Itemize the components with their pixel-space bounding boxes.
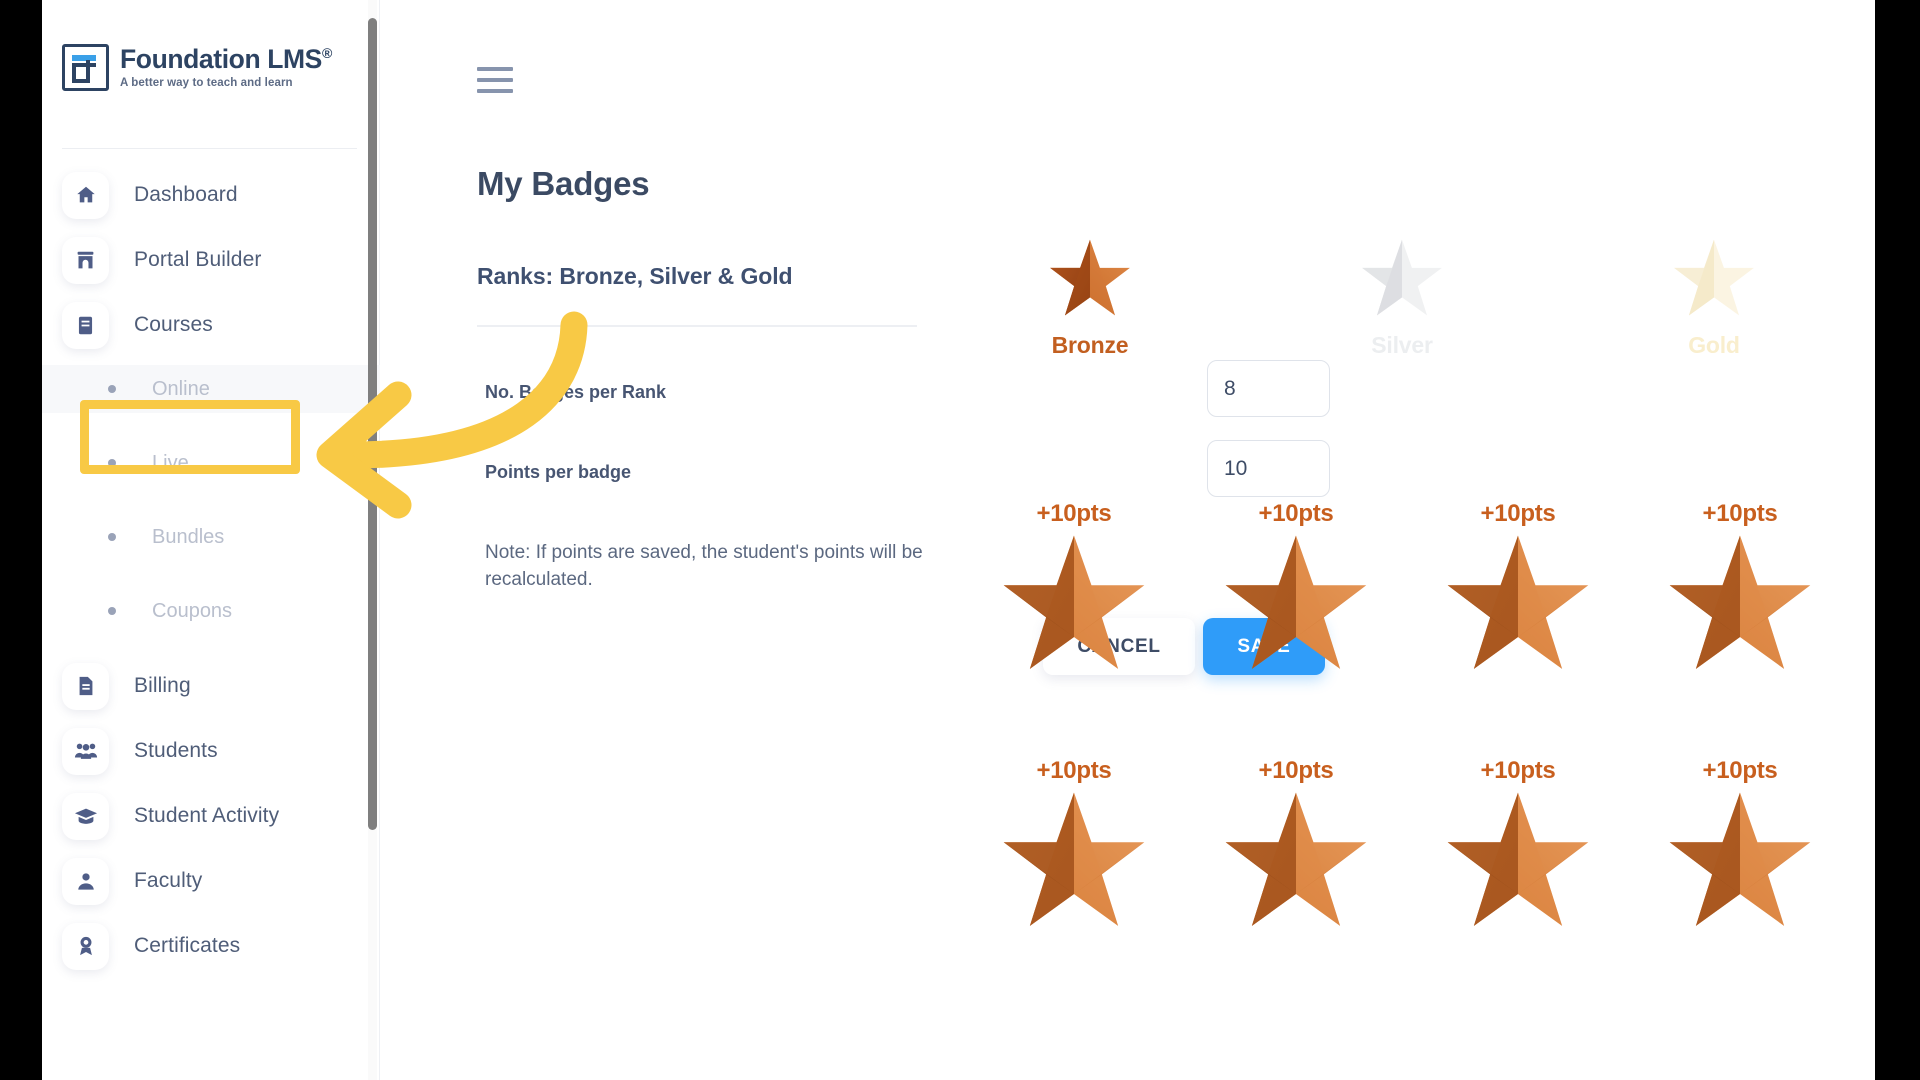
- badge-points-label: +10pts: [1702, 500, 1778, 527]
- bullet-dot-icon: [108, 607, 116, 615]
- sidebar-item-certificates[interactable]: Certificates: [42, 921, 380, 971]
- recalculation-note: Note: If points are saved, the student's…: [485, 542, 923, 590]
- badges-per-rank-label: No. Badges per Rank: [485, 382, 667, 402]
- badge-points-label: +10pts: [1036, 500, 1112, 527]
- sidebar-subitem-bundles[interactable]: Bundles: [42, 513, 380, 561]
- invoice-icon: [62, 662, 109, 710]
- sidebar: Foundation LMS® A better way to teach an…: [42, 0, 380, 1080]
- badge-star-icon: [1418, 789, 1618, 931]
- certificate-ribbon-icon: [62, 922, 109, 970]
- gold-star-icon: [1624, 238, 1804, 320]
- badge-item[interactable]: +10pts: [1640, 757, 1840, 931]
- sidebar-item-portal-builder[interactable]: Portal Builder: [42, 235, 380, 285]
- badge-points-label: +10pts: [1480, 500, 1556, 527]
- sidebar-item-label: Students: [134, 739, 218, 762]
- sidebar-nav: Dashboard Portal Builder Courses Online …: [42, 170, 380, 986]
- sidebar-item-faculty[interactable]: Faculty: [42, 856, 380, 906]
- rank-label: Silver: [1371, 332, 1433, 358]
- rank-label: Gold: [1688, 332, 1740, 358]
- app-viewport: Foundation LMS® A better way to teach an…: [42, 0, 1875, 1080]
- book-icon: [62, 301, 109, 349]
- sidebar-item-label: Billing: [134, 674, 191, 697]
- badge-star-icon: [974, 532, 1174, 674]
- badge-item[interactable]: +10pts: [1418, 500, 1618, 674]
- badge-points-label: +10pts: [1036, 757, 1112, 784]
- sidebar-item-label: Faculty: [134, 869, 203, 892]
- bronze-star-icon: [1000, 238, 1180, 320]
- badge-star-icon: [1418, 532, 1618, 674]
- brand-tagline: A better way to teach and learn: [120, 76, 293, 89]
- badge-item[interactable]: +10pts: [1418, 757, 1618, 931]
- badge-points-label: +10pts: [1480, 757, 1556, 784]
- bullet-dot-icon: [108, 385, 116, 393]
- students-group-icon: [62, 727, 109, 775]
- sidebar-subitem-coupons[interactable]: Coupons: [42, 587, 380, 635]
- sidebar-item-billing[interactable]: Billing: [42, 661, 380, 711]
- sidebar-item-label: Courses: [134, 313, 213, 336]
- page-title: My Badges: [477, 165, 650, 202]
- home-icon: [62, 171, 109, 219]
- badge-item[interactable]: +10pts: [1196, 757, 1396, 931]
- badge-points-label: +10pts: [1258, 757, 1334, 784]
- badge-item[interactable]: +10pts: [974, 757, 1174, 931]
- faculty-person-icon: [62, 857, 109, 905]
- sidebar-item-label: Portal Builder: [134, 248, 262, 271]
- badge-points-label: +10pts: [1258, 500, 1334, 527]
- brand-logo[interactable]: Foundation LMS® A better way to teach an…: [62, 44, 332, 91]
- foundation-lms-logo-icon: [62, 44, 109, 91]
- ranks-row: Bronze Silver Gold: [1000, 238, 1820, 398]
- bullet-dot-icon: [108, 533, 116, 541]
- section-divider: [477, 325, 917, 327]
- points-per-badge-input[interactable]: [1207, 440, 1330, 497]
- sidebar-subitem-label: Online: [152, 377, 210, 400]
- registered-mark: ®: [321, 45, 332, 62]
- silver-star-icon: [1312, 238, 1492, 320]
- sidebar-scrollbar-thumb[interactable]: [368, 18, 377, 830]
- sidebar-subitem-label: Bundles: [152, 525, 225, 548]
- badge-points-label: +10pts: [1702, 757, 1778, 784]
- sidebar-item-student-activity[interactable]: Student Activity: [42, 791, 380, 841]
- sidebar-item-label: Dashboard: [134, 183, 238, 206]
- sidebar-subitem-live[interactable]: Live: [42, 439, 380, 487]
- badge-star-icon: [1196, 532, 1396, 674]
- brand-name: Foundation LMS®: [120, 44, 332, 74]
- hamburger-menu-icon[interactable]: [477, 64, 513, 96]
- rank-silver[interactable]: Silver: [1312, 238, 1492, 359]
- points-per-badge-label: Points per badge: [485, 462, 632, 482]
- rank-bronze[interactable]: Bronze: [1000, 238, 1180, 359]
- sidebar-item-students[interactable]: Students: [42, 726, 380, 776]
- graduation-cap-icon: [62, 792, 109, 840]
- badge-item[interactable]: +10pts: [974, 500, 1174, 674]
- ranks-subtitle: Ranks: Bronze, Silver & Gold: [477, 263, 793, 289]
- sidebar-item-label: Certificates: [134, 934, 241, 957]
- sidebar-divider: [62, 148, 357, 149]
- main-content: My Badges Ranks: Bronze, Silver & Gold N…: [380, 0, 1875, 1080]
- badge-item[interactable]: +10pts: [1640, 500, 1840, 674]
- rank-label: Bronze: [1051, 332, 1129, 358]
- badge-item[interactable]: +10pts: [1196, 500, 1396, 674]
- badge-star-icon: [1640, 532, 1840, 674]
- sidebar-subitem-online[interactable]: Online: [42, 365, 380, 413]
- badge-star-icon: [1640, 789, 1840, 931]
- sidebar-subitem-label: Coupons: [152, 599, 233, 622]
- screen-letterbox: Foundation LMS® A better way to teach an…: [0, 0, 1920, 1080]
- badge-star-icon: [974, 789, 1174, 931]
- sidebar-item-courses[interactable]: Courses: [42, 300, 380, 350]
- badge-star-icon: [1196, 789, 1396, 931]
- sidebar-subitem-label: Live: [152, 451, 189, 474]
- sidebar-item-dashboard[interactable]: Dashboard: [42, 170, 380, 220]
- rank-gold[interactable]: Gold: [1624, 238, 1804, 359]
- sidebar-item-label: Student Activity: [134, 804, 280, 827]
- portal-builder-icon: [62, 236, 109, 284]
- bullet-dot-icon: [108, 459, 116, 467]
